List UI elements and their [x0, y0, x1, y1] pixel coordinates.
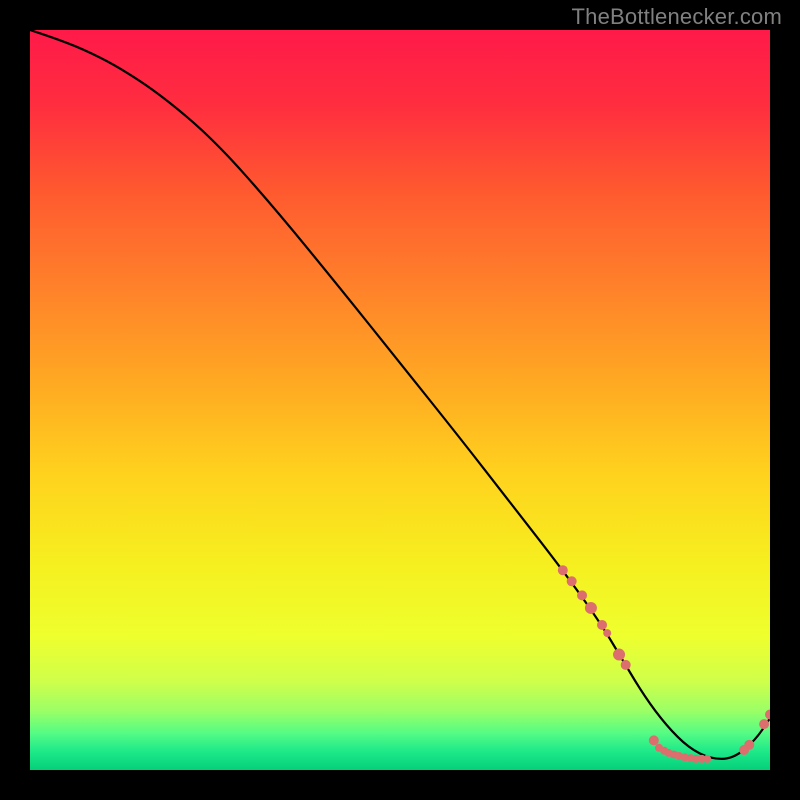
gradient-background — [30, 30, 770, 770]
data-point — [759, 719, 769, 729]
data-point — [603, 629, 611, 637]
data-point — [613, 649, 625, 661]
data-point — [597, 620, 607, 630]
gradient-plot — [30, 30, 770, 770]
plot-area — [30, 30, 770, 770]
data-point — [649, 735, 659, 745]
watermark-text: TheBottlenecker.com — [572, 4, 782, 30]
chart-frame: TheBottlenecker.com — [0, 0, 800, 800]
data-point — [703, 755, 711, 763]
data-point — [558, 565, 568, 575]
data-point — [567, 576, 577, 586]
data-point — [744, 740, 754, 750]
data-point — [585, 602, 597, 614]
data-point — [577, 590, 587, 600]
data-point — [621, 660, 631, 670]
